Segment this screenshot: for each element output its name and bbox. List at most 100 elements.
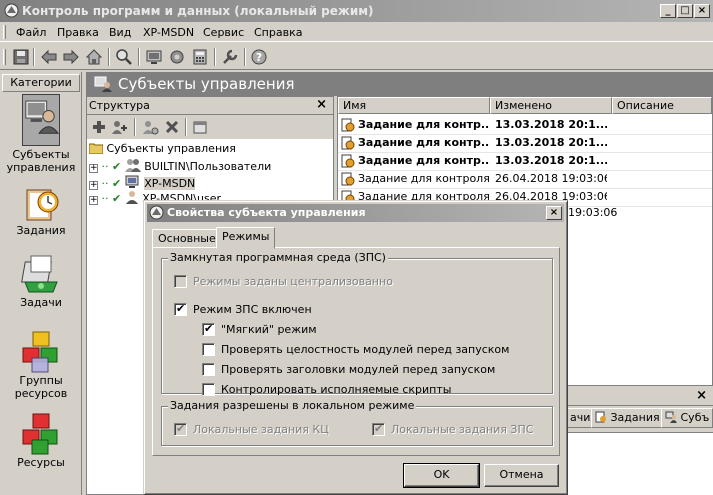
menu-service[interactable]: Сервис	[203, 26, 244, 39]
tab-subjects[interactable]: Субъ	[661, 408, 713, 428]
expand-icon[interactable]: +	[89, 196, 98, 205]
close-icon[interactable]: ×	[316, 97, 327, 112]
tab-subjects-label: Субъ	[680, 411, 710, 424]
check-mark-icon: ✔	[176, 302, 186, 315]
dialog-close-button[interactable]: ×	[546, 206, 562, 220]
category-jobs[interactable]: Задачи	[2, 252, 80, 309]
tab-tasks-label: Задания	[610, 411, 660, 424]
table-row[interactable]: Задание для контр... 13.03.2018 20:1...	[338, 116, 712, 134]
tab-modes[interactable]: Режимы	[216, 227, 276, 249]
column-header-name[interactable]: Имя	[338, 97, 490, 114]
main-title-bar: Контроль программ и данных (локальный ре…	[0, 0, 713, 22]
search-icon[interactable]	[115, 48, 133, 66]
menu-help[interactable]: Справка	[254, 26, 302, 39]
checkbox-box[interactable]	[202, 363, 215, 376]
column-header-modified[interactable]: Изменено	[490, 97, 612, 114]
checkbox-box[interactable]	[174, 275, 187, 288]
check-mark-icon: ✔	[374, 422, 384, 435]
checkbox-box[interactable]	[202, 343, 215, 356]
category-tasks[interactable]: Задания	[2, 184, 80, 237]
task-clock-icon	[341, 118, 355, 132]
tab-general[interactable]: Основные	[152, 229, 222, 249]
user-computer-icon	[665, 411, 677, 423]
network-icon[interactable]	[145, 48, 163, 66]
check-icon: ·· ✔	[101, 177, 122, 190]
wrench-icon[interactable]	[221, 48, 239, 66]
user-computer-icon	[94, 76, 112, 92]
row-date: 26.04.2018 19:03:06	[495, 172, 607, 185]
tab-tasks[interactable]: Задания	[591, 408, 664, 428]
arrow-left-icon[interactable]	[40, 48, 58, 66]
dialog-title-bar: Свойства субъекта управления ×	[147, 204, 564, 222]
menu-file[interactable]: Файл	[16, 26, 46, 39]
toolbar: ?	[0, 44, 713, 70]
check-mark-icon: ✔	[204, 322, 214, 335]
row-date: 19:03:06	[568, 206, 618, 219]
row-date: 13.03.2018 20:1...	[495, 154, 607, 167]
row-name: Задание для контр...	[358, 136, 490, 149]
expand-icon[interactable]: +	[89, 181, 98, 190]
bottom-panel-title-bar: ×	[566, 388, 713, 406]
expand-icon[interactable]: +	[89, 164, 98, 173]
clipboard-clock-icon	[26, 189, 59, 221]
user-settings-icon[interactable]	[141, 119, 159, 135]
checkbox-box[interactable]: ✔	[202, 322, 215, 336]
cancel-button[interactable]: Отмена	[484, 464, 559, 487]
tree-item-xp-msdn[interactable]: + ·· ✔ XP-MSDN	[89, 175, 196, 191]
close-icon[interactable]: ×	[696, 388, 707, 403]
dialog-title: Свойства субъекта управления	[167, 206, 366, 219]
table-row[interactable]: Задание для контр... 13.03.2018 20:1...	[338, 134, 712, 152]
delete-icon[interactable]	[164, 119, 180, 135]
check-icon: ·· ✔	[101, 160, 122, 173]
toolbar-separator	[185, 118, 187, 136]
bottom-panel: × ачи Задания Субъ	[566, 388, 713, 495]
maximize-button[interactable]: □	[677, 4, 693, 18]
properties-icon[interactable]	[192, 119, 208, 135]
row-date: 13.03.2018 20:1...	[495, 118, 607, 131]
tree-item-root[interactable]: Субъекты управления	[88, 141, 236, 157]
closed-environment-group: Замкнутая программная среда (ЗПС) Режимы…	[161, 251, 553, 396]
checkbox-label: Контролировать исполняемые скрипты	[221, 383, 452, 396]
table-row[interactable]: Задание для контроля... 26.04.2018 19:03…	[338, 170, 712, 188]
arrow-right-icon[interactable]	[62, 48, 80, 66]
ok-button[interactable]: OK	[403, 463, 480, 488]
save-icon[interactable]	[12, 48, 30, 66]
checkbox-box[interactable]: ✔	[372, 422, 385, 436]
menu-edit[interactable]: Правка	[57, 26, 99, 39]
home-icon[interactable]	[85, 48, 103, 66]
tab-modes-panel: Замкнутая программная среда (ЗПС) Режимы…	[152, 247, 560, 456]
task-clock-icon	[341, 172, 355, 186]
menu-xp-msdn[interactable]: XP-MSDN	[143, 26, 194, 39]
checkbox-box[interactable]	[202, 383, 215, 396]
user-computer-icon	[22, 94, 60, 146]
add-icon[interactable]	[91, 119, 107, 135]
table-row[interactable]: Задание для контр... 13.03.2018 20:1...	[338, 152, 712, 170]
column-header-description[interactable]: Описание	[612, 97, 712, 114]
close-window-button[interactable]: ×	[694, 4, 710, 18]
add-user-icon[interactable]	[111, 119, 129, 135]
checkbox-box[interactable]: ✔	[174, 422, 187, 436]
row-name: Задание для контр...	[358, 154, 490, 167]
calculator-icon[interactable]	[191, 48, 209, 66]
cubes-icon	[22, 413, 58, 455]
window-title: Контроль программ и данных (локальный ре…	[22, 4, 374, 18]
settings-icon[interactable]	[168, 48, 186, 66]
category-subjects[interactable]: Субъекты управления	[2, 94, 80, 174]
category-resource-groups[interactable]: Группы ресурсов	[2, 330, 80, 400]
svg-text:?: ?	[256, 51, 262, 64]
checkbox-label: "Мягкий" режим	[221, 323, 317, 336]
task-tray-icon	[21, 255, 58, 293]
category-resource-groups-label: Группы ресурсов	[14, 374, 68, 400]
minimize-button[interactable]: _	[660, 4, 676, 18]
checkbox-label: Режим ЗПС включен	[193, 303, 312, 316]
tree-item-label: XP-MSDN	[144, 177, 196, 190]
help-icon[interactable]: ?	[250, 48, 268, 66]
structure-toolbar	[87, 115, 333, 139]
menu-view[interactable]: Вид	[109, 26, 131, 39]
app-logo-icon	[149, 205, 164, 220]
checkbox-box[interactable]: ✔	[174, 302, 187, 316]
row-date: 13.03.2018 20:1...	[495, 136, 607, 149]
category-resources[interactable]: Ресурсы	[2, 412, 80, 469]
tree-item-builtin-users[interactable]: + ·· ✔ BUILTIN\Пользователи	[89, 158, 271, 174]
task-clock-icon	[341, 154, 355, 168]
